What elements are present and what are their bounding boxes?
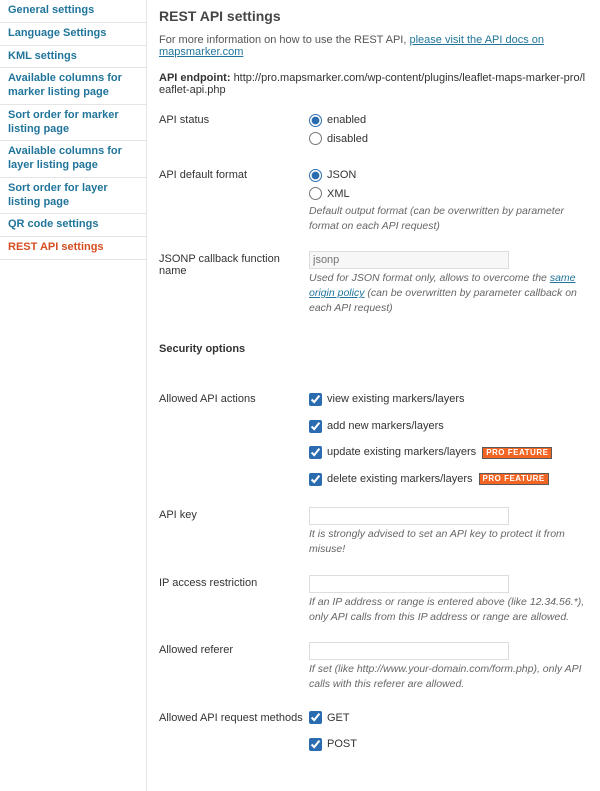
action-view-text: view existing markers/layers <box>327 391 465 408</box>
method-get-text: GET <box>327 710 350 727</box>
allowed-actions-label: Allowed API actions <box>159 389 309 505</box>
ip-restriction-label: IP access restriction <box>159 573 309 640</box>
sidebar-link[interactable]: KML settings <box>8 50 77 62</box>
sidebar-link[interactable]: Sort order for marker listing page <box>8 109 119 135</box>
sidebar-item-general[interactable]: General settings <box>0 0 146 23</box>
security-heading: Security options <box>159 335 584 373</box>
method-post-checkbox[interactable] <box>309 738 322 751</box>
allowed-referer-hint: If set (like http://www.your-domain.com/… <box>309 662 590 691</box>
sidebar-link[interactable]: General settings <box>8 4 94 16</box>
action-add-checkbox[interactable] <box>309 420 322 433</box>
sidebar-item-kml[interactable]: KML settings <box>0 46 146 69</box>
action-add-text: add new markers/layers <box>327 418 444 435</box>
sidebar-link[interactable]: Available columns for marker listing pag… <box>8 72 122 98</box>
action-view-checkbox[interactable] <box>309 393 322 406</box>
api-status-disabled-text: disabled <box>327 131 368 148</box>
pro-badge: PRO FEATURE <box>479 473 549 485</box>
format-xml-radio[interactable] <box>309 187 322 200</box>
api-status-enabled-radio[interactable] <box>309 114 322 127</box>
api-endpoint-label: API endpoint: <box>159 72 231 84</box>
format-json-text: JSON <box>327 167 356 184</box>
jsonp-input[interactable] <box>309 251 509 269</box>
settings-form: API status enabled disabled API default … <box>159 110 590 771</box>
page-title: REST API settings <box>159 8 590 24</box>
sidebar-link[interactable]: QR code settings <box>8 218 98 230</box>
default-format-label: API default format <box>159 165 309 249</box>
sidebar-item-language[interactable]: Language Settings <box>0 23 146 46</box>
settings-sidebar: General settings Language Settings KML s… <box>0 0 147 791</box>
api-endpoint-line: API endpoint: http://pro.mapsmarker.com/… <box>159 72 590 96</box>
method-get-checkbox[interactable] <box>309 711 322 724</box>
sidebar-item-qr[interactable]: QR code settings <box>0 214 146 237</box>
api-status-label: API status <box>159 110 309 165</box>
format-xml-text: XML <box>327 186 350 203</box>
action-delete-text: delete existing markers/layers <box>327 471 473 488</box>
api-key-label: API key <box>159 505 309 572</box>
sidebar-link[interactable]: Language Settings <box>8 27 106 39</box>
action-update-checkbox[interactable] <box>309 446 322 459</box>
jsonp-hint: Used for JSON format only, allows to ove… <box>309 271 590 315</box>
ip-restriction-hint: If an IP address or range is entered abo… <box>309 595 590 624</box>
api-status-enabled-text: enabled <box>327 112 366 129</box>
api-key-hint: It is strongly advised to set an API key… <box>309 527 590 556</box>
action-delete-checkbox[interactable] <box>309 473 322 486</box>
format-json-radio[interactable] <box>309 169 322 182</box>
pro-badge: PRO FEATURE <box>482 447 552 459</box>
api-status-disabled-radio[interactable] <box>309 132 322 145</box>
sidebar-item-cols-layer[interactable]: Available columns for layer listing page <box>0 141 146 178</box>
method-post-text: POST <box>327 736 357 753</box>
sidebar-link[interactable]: Available columns for layer listing page <box>8 145 122 171</box>
api-key-input[interactable] <box>309 507 509 525</box>
default-format-hint: Default output format (can be overwritte… <box>309 204 590 233</box>
allowed-referer-input[interactable] <box>309 642 509 660</box>
sidebar-item-sort-marker[interactable]: Sort order for marker listing page <box>0 105 146 142</box>
sidebar-link[interactable]: REST API settings <box>8 241 104 253</box>
sidebar-link[interactable]: Sort order for layer listing page <box>8 182 108 208</box>
intro-text: For more information on how to use the R… <box>159 34 590 58</box>
jsonp-hint-prefix: Used for JSON format only, allows to ove… <box>309 272 550 284</box>
request-methods-label: Allowed API request methods <box>159 708 309 771</box>
sidebar-item-cols-marker[interactable]: Available columns for marker listing pag… <box>0 68 146 105</box>
action-update-text: update existing markers/layers <box>327 444 476 461</box>
jsonp-label: JSONP callback function name <box>159 249 309 331</box>
main-content: REST API settings For more information o… <box>147 0 600 791</box>
allowed-referer-label: Allowed referer <box>159 640 309 707</box>
intro-prefix: For more information on how to use the R… <box>159 34 409 46</box>
ip-restriction-input[interactable] <box>309 575 509 593</box>
sidebar-item-rest-api[interactable]: REST API settings <box>0 237 146 260</box>
sidebar-item-sort-layer[interactable]: Sort order for layer listing page <box>0 178 146 215</box>
